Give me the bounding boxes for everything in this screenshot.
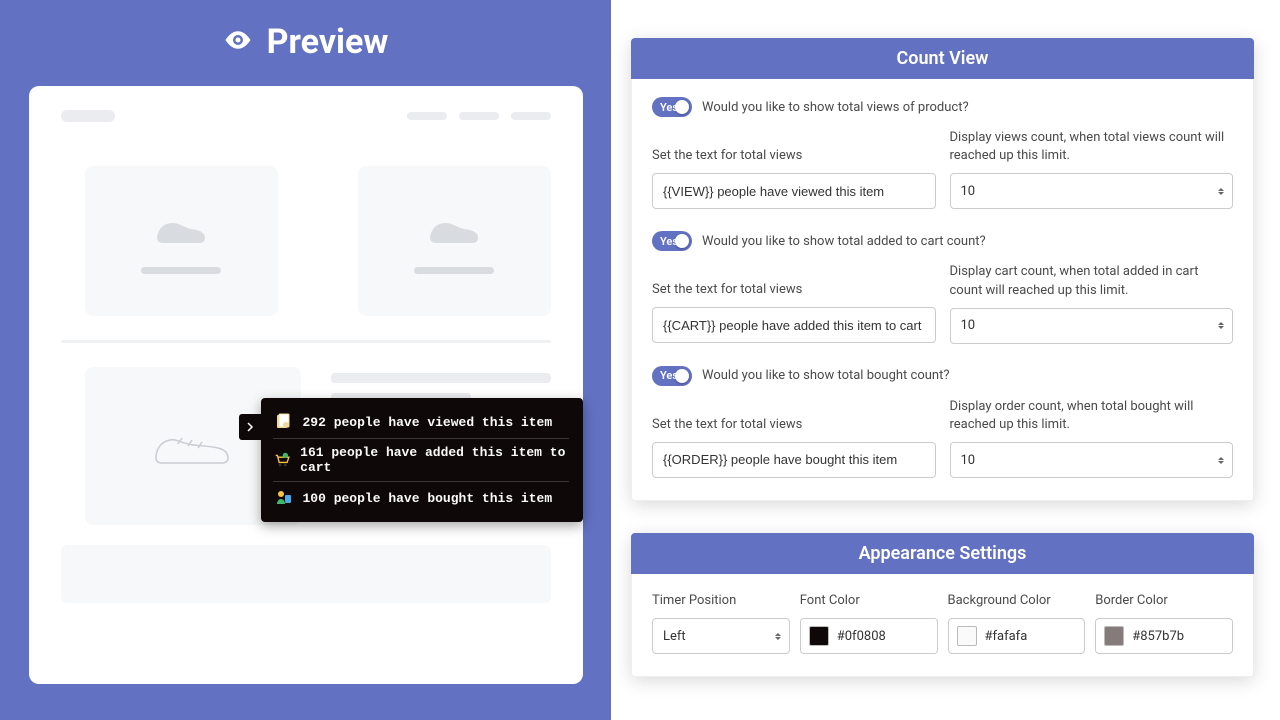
toggle-bought[interactable]: Yes [652,366,692,386]
count-view-heading: Count View [631,38,1254,79]
stepper-icon [1218,322,1224,329]
stepper-icon [1218,457,1224,464]
toggle-knob [675,234,689,248]
color-swatch [809,626,829,646]
caret-icon [775,633,781,640]
product-thumb [85,166,278,316]
toggle-knob [675,369,689,383]
views-limit-label: Display views count, when total views co… [950,129,1234,165]
placeholder [61,110,115,122]
appearance-heading: Appearance Settings [631,533,1254,574]
color-swatch [957,626,977,646]
cart-text-input[interactable] [652,307,936,343]
bought-text-input[interactable] [652,442,936,478]
border-color-input[interactable]: #857b7b [1095,618,1233,654]
bought-text-label: Set the text for total views [652,398,936,434]
bg-color-label: Background Color [948,592,1086,610]
toggle-cart[interactable]: Yes [652,231,692,251]
shoe-icon [151,209,211,253]
views-icon [273,412,293,432]
toggle-knob [675,100,689,114]
preview-card: 292 people have viewed this item 161 peo… [29,86,583,684]
tooltip-cart-row: 161 people have added this item to cart [273,439,569,482]
placeholder [414,267,494,274]
cart-limit-label: Display cart count, when total added in … [950,263,1234,299]
stepper-icon [1218,188,1224,195]
font-color-label: Font Color [800,592,938,610]
bought-icon [273,488,293,508]
views-text-input[interactable] [652,173,936,209]
tooltip-bought-row: 100 people have bought this item [273,482,569,514]
border-color-label: Border Color [1095,592,1233,610]
color-swatch [1104,626,1124,646]
shoe-icon [424,209,484,253]
views-limit-input[interactable]: 10 [950,173,1234,209]
bought-limit-input[interactable]: 10 [950,442,1234,478]
placeholder [511,112,551,120]
preview-header: Preview [223,22,389,62]
bought-limit-label: Display order count, when total bought w… [950,398,1234,434]
cart-icon [273,450,291,470]
tooltip-cart-text: 161 people have added this item to cart [300,445,568,475]
preview-title: Preview [267,22,389,62]
shoe-outline-icon [148,416,238,476]
placeholder [407,112,447,120]
bg-color-input[interactable]: #fafafa [948,618,1086,654]
count-view-section: Count View Yes Would you like to show to… [631,38,1254,501]
placeholder [459,112,499,120]
tooltip-views-text: 292 people have viewed this item [303,415,553,430]
tooltip-views-row: 292 people have viewed this item [273,406,569,439]
cart-question: Would you like to show total added to ca… [702,234,986,249]
product-thumb [358,166,551,316]
tooltip-handle[interactable] [239,414,261,440]
count-tooltip: 292 people have viewed this item 161 peo… [261,398,583,522]
views-text-label: Set the text for total views [652,129,936,165]
placeholder [61,545,551,603]
font-color-input[interactable]: #0f0808 [800,618,938,654]
toggle-views[interactable]: Yes [652,97,692,117]
chevron-right-icon [245,422,255,432]
divider [61,340,551,343]
bought-question: Would you like to show total bought coun… [702,368,949,383]
placeholder [331,373,551,383]
eye-icon [223,25,253,59]
appearance-section: Appearance Settings Timer Position Left … [631,533,1254,677]
views-question: Would you like to show total views of pr… [702,100,969,115]
cart-limit-input[interactable]: 10 [950,308,1234,344]
timer-position-select[interactable]: Left [652,618,790,654]
tooltip-bought-text: 100 people have bought this item [303,491,553,506]
cart-text-label: Set the text for total views [652,263,936,299]
placeholder [141,267,221,274]
timer-position-label: Timer Position [652,592,790,610]
